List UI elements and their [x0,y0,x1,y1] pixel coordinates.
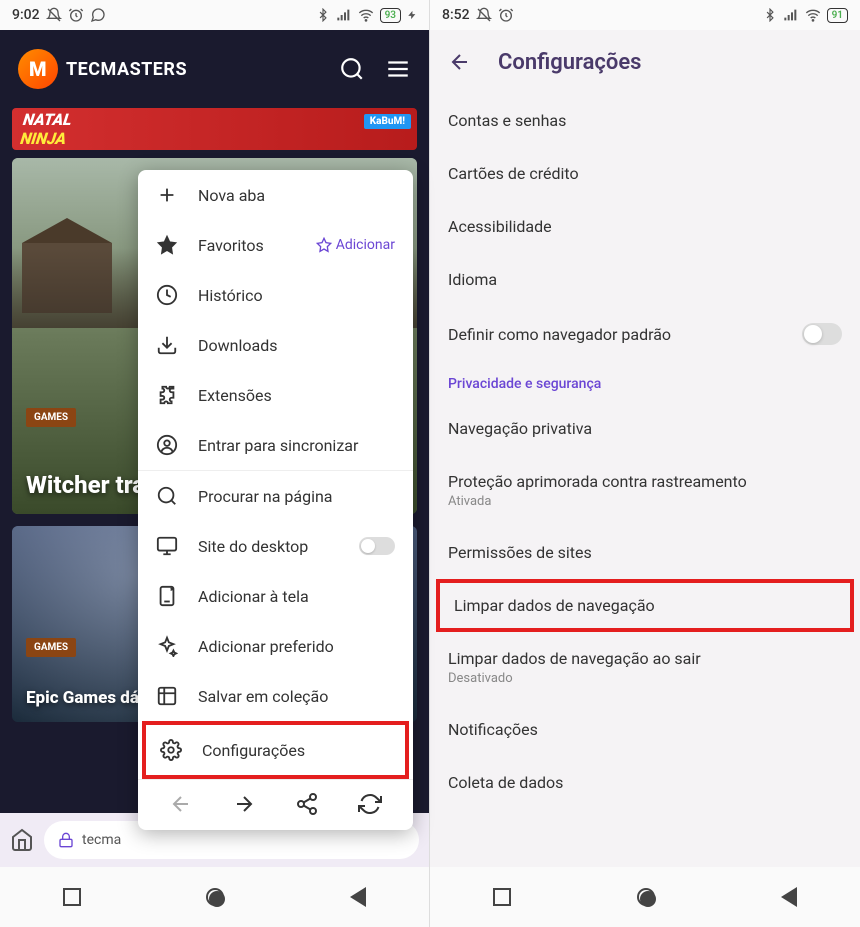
setting-default-browser[interactable]: Definir como navegador padrão [430,306,860,362]
search-icon[interactable] [339,56,365,82]
reload-icon[interactable] [358,792,382,816]
forward-icon[interactable] [232,792,256,816]
wifi-icon [358,7,374,23]
battery-icon: 93 [380,8,401,23]
star-outline-icon [316,237,332,253]
menu-desktop-site[interactable]: Site do desktop [138,521,413,571]
menu-favorites[interactable]: Favoritos Adicionar [138,220,413,270]
wifi-icon [805,7,821,23]
sparkle-icon [156,635,178,657]
setting-language[interactable]: Idioma [430,253,860,306]
setting-clear-on-exit[interactable]: Limpar dados de navegação ao sair Desati… [430,632,860,703]
setting-accounts[interactable]: Contas e senhas [430,94,860,147]
plus-icon [156,184,178,206]
menu-save-collection[interactable]: Salvar em coleção [138,671,413,721]
add-favorite-action[interactable]: Adicionar [316,237,395,253]
menu-navigation [138,780,413,830]
status-bar: 9:02 93 [0,0,429,30]
menu-find[interactable]: Procurar na página [138,471,413,521]
collection-icon [156,685,178,707]
bell-off-icon [46,7,62,23]
search-icon [156,485,178,507]
bell-off-icon [476,7,492,23]
setting-cards[interactable]: Cartões de crédito [430,147,860,200]
battery-icon: 91 [827,8,848,23]
hamburger-icon[interactable] [385,56,411,82]
android-nav-bar [0,867,429,927]
setting-clear-data[interactable]: Limpar dados de navegação [436,579,854,632]
site-logo[interactable]: M TECMASTERS [18,49,187,89]
menu-new-tab[interactable]: Nova aba [138,170,413,220]
gear-icon [160,739,182,761]
setting-notifications[interactable]: Notificações [430,703,860,756]
lock-icon [58,832,74,848]
setting-data-collection[interactable]: Coleta de dados [430,756,860,809]
recent-apps-button[interactable] [493,888,511,906]
add-phone-icon [156,585,178,607]
status-bar: 8:52 91 [430,0,860,30]
charging-icon [407,8,417,22]
site-header: M TECMASTERS [0,30,429,108]
menu-extensions[interactable]: Extensões [138,370,413,420]
home-button[interactable] [637,888,655,906]
bluetooth-icon [763,8,777,22]
setting-site-permissions[interactable]: Permissões de sites [430,526,860,579]
default-browser-toggle[interactable] [802,323,842,345]
home-button[interactable] [206,888,224,906]
alarm-icon [498,7,514,23]
bluetooth-icon [316,8,330,22]
settings-header: Configurações [430,30,860,94]
star-icon [156,234,178,256]
puzzle-icon [156,384,178,406]
signal-icon [783,7,799,23]
menu-add-to-screen[interactable]: Adicionar à tela [138,571,413,621]
android-nav-bar [430,867,860,927]
page-title: Configurações [498,50,642,75]
download-icon [156,334,178,356]
menu-add-preferred[interactable]: Adicionar preferido [138,621,413,671]
share-icon[interactable] [295,792,319,816]
home-icon[interactable] [10,828,34,852]
menu-sync[interactable]: Entrar para sincronizar [138,420,413,470]
back-arrow-icon[interactable] [448,50,472,74]
back-button[interactable] [350,887,366,907]
back-button[interactable] [781,887,797,907]
left-screenshot: 9:02 93 M TECMASTERS [0,0,430,927]
menu-settings[interactable]: Configurações [142,721,409,779]
desktop-toggle[interactable] [359,537,395,555]
section-privacy-header: Privacidade e segurança [430,362,860,402]
status-time: 8:52 [442,7,470,23]
status-time: 9:02 [12,7,40,23]
alarm-icon [68,7,84,23]
setting-tracking[interactable]: Proteção aprimorada contra rastreamento … [430,455,860,526]
clock-icon [156,284,178,306]
desktop-icon [156,535,178,557]
setting-private-nav[interactable]: Navegação privativa [430,402,860,455]
back-icon[interactable] [169,792,193,816]
settings-list: Contas e senhas Cartões de crédito Acess… [430,94,860,867]
browser-menu: Nova aba Favoritos Adicionar Histórico D… [138,170,413,830]
menu-history[interactable]: Histórico [138,270,413,320]
setting-accessibility[interactable]: Acessibilidade [430,200,860,253]
signal-icon [336,7,352,23]
whatsapp-icon [90,7,106,23]
menu-downloads[interactable]: Downloads [138,320,413,370]
recent-apps-button[interactable] [63,888,81,906]
user-sync-icon [156,434,178,456]
right-screenshot: 8:52 91 Configurações Contas e senhas Ca… [430,0,860,927]
ad-banner[interactable]: NATALNINJA KaBuM! [12,108,417,150]
